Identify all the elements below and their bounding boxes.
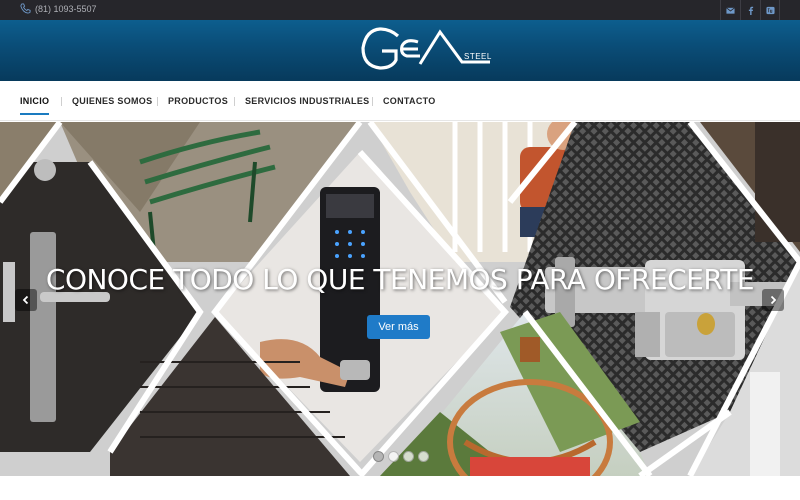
hero-image-collage [0,122,800,476]
active-nav-indicator [20,113,49,115]
youtube-icon [765,6,775,14]
slider-prev-button[interactable] [15,289,37,311]
social-links [720,0,780,20]
top-bar: (81) 1093-5507 [0,0,800,20]
slider-pagination [373,451,429,462]
site-header: STEEL [0,20,800,81]
nav-divider [61,97,62,106]
hero-slider: CONOCE TODO LO QUE TENEMOS PARA OFRECERT… [0,122,800,476]
phone-number: (81) 1093-5507 [35,3,97,14]
ver-mas-button[interactable]: Ver más [367,315,430,339]
main-nav: INICIO QUIENES SOMOS PRODUCTOS SERVICIOS… [0,81,800,121]
gea-steel-logo[interactable]: STEEL [360,26,495,76]
chevron-left-icon [22,295,29,305]
nav-item-quienes-somos[interactable]: QUIENES SOMOS [72,96,152,106]
nav-divider [372,97,373,106]
nav-item-inicio[interactable]: INICIO [20,96,49,106]
mail-link[interactable] [720,0,740,20]
nav-divider [157,97,158,106]
nav-item-servicios-industriales[interactable]: SERVICIOS INDUSTRIALES [245,96,369,106]
slider-dot[interactable] [373,451,384,462]
facebook-icon [748,6,754,15]
nav-item-contacto[interactable]: CONTACTO [383,96,436,106]
mail-icon [726,6,735,14]
slider-dot[interactable] [418,451,429,462]
logo-steel-text: STEEL [464,52,492,61]
slider-dot[interactable] [388,451,399,462]
youtube-link[interactable] [760,0,780,20]
hero-headline: CONOCE TODO LO QUE TENEMOS PARA OFRECERT… [45,263,755,296]
chevron-right-icon [770,295,777,305]
phone-icon [20,3,31,14]
phone-contact[interactable]: (81) 1093-5507 [20,3,97,14]
page-content-start [0,476,800,500]
facebook-link[interactable] [740,0,760,20]
slider-next-button[interactable] [762,289,784,311]
nav-divider [234,97,235,106]
slider-dot[interactable] [403,451,414,462]
nav-item-productos[interactable]: PRODUCTOS [168,96,228,106]
